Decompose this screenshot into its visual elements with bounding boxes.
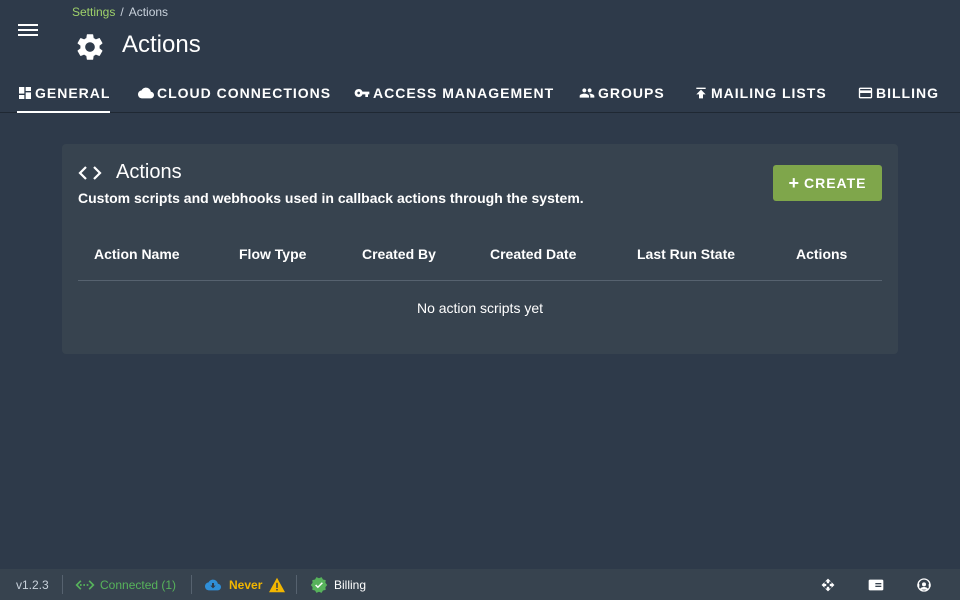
support-agent-icon[interactable] (915, 576, 933, 594)
gear-icon (77, 34, 103, 60)
move-icon[interactable] (819, 576, 837, 594)
column-last-run-state[interactable]: Last Run State (637, 232, 735, 276)
breadcrumb-settings-link[interactable]: Settings (72, 5, 115, 19)
actions-card: Actions Custom scripts and webhooks used… (62, 144, 898, 354)
card-subtitle: Custom scripts and webhooks used in call… (78, 190, 584, 206)
credit-card-icon (858, 87, 873, 98)
tab-access-management-label: ACCESS MANAGEMENT (373, 84, 555, 101)
column-actions[interactable]: Actions (796, 232, 847, 276)
hamburger-menu-icon[interactable] (16, 21, 40, 43)
version-label: v1.2.3 (16, 577, 49, 592)
plus-icon: + (788, 172, 800, 193)
tab-mailing-lists-label: MAILING LISTS (711, 84, 827, 101)
key-icon (354, 88, 370, 97)
card-title: Actions (116, 161, 182, 183)
tab-cloud-connections[interactable]: CLOUD CONNECTIONS (137, 72, 331, 113)
verified-check-icon (310, 576, 328, 593)
create-button-label: CREATE (803, 175, 867, 191)
column-action-name[interactable]: Action Name (94, 232, 180, 276)
tab-groups-label: GROUPS (598, 84, 665, 101)
divider (62, 575, 63, 594)
settings-tabs: GENERAL CLOUD CONNECTIONS ACCESS MANAGEM… (0, 72, 960, 113)
tab-billing-label: BILLING (876, 84, 939, 101)
tab-access-management[interactable]: ACCESS MANAGEMENT (353, 72, 554, 113)
create-button[interactable]: + CREATE (773, 165, 882, 201)
divider (191, 575, 192, 594)
breadcrumb: Settings / Actions (72, 5, 168, 19)
empty-state-message: No action scripts yet (416, 300, 544, 316)
cloud-download-icon (205, 579, 221, 590)
sync-status[interactable]: Never (203, 569, 286, 600)
column-created-by[interactable]: Created By (362, 232, 436, 276)
tab-cloud-connections-label: CLOUD CONNECTIONS (157, 84, 332, 101)
dashboard-icon (19, 86, 31, 99)
billing-status[interactable]: Billing (310, 569, 366, 600)
tab-general[interactable]: GENERAL (17, 72, 111, 113)
connection-status[interactable]: Connected (1) (75, 569, 176, 600)
column-flow-type[interactable]: Flow Type (239, 232, 306, 276)
column-created-date[interactable]: Created Date (490, 232, 576, 276)
message-icon[interactable] (867, 576, 885, 594)
breadcrumb-separator: / (120, 5, 124, 19)
connection-status-label: Connected (1) (100, 577, 177, 592)
code-icon (78, 166, 102, 180)
billing-status-label: Billing (334, 577, 367, 592)
sync-status-label: Never (229, 577, 263, 592)
app-header: Settings / Actions Actions GENERAL CLOUD C… (0, 0, 960, 113)
cloud-icon (138, 87, 154, 98)
warning-icon (269, 577, 286, 592)
page-title: Actions (122, 31, 201, 58)
tab-mailing-lists[interactable]: MAILING LISTS (693, 72, 827, 113)
divider (296, 575, 297, 594)
tab-billing[interactable]: BILLING (857, 72, 939, 113)
tab-groups[interactable]: GROUPS (578, 72, 665, 113)
tab-general-label: GENERAL (35, 84, 111, 101)
publish-icon (696, 87, 706, 98)
breadcrumb-current: Actions (128, 5, 169, 19)
connection-arrows-icon (75, 579, 95, 590)
table-header: Action Name Flow Type Created By Created… (78, 232, 882, 281)
people-icon (579, 87, 595, 98)
status-bar: v1.2.3 Connected (1) Never Billing (0, 569, 960, 600)
